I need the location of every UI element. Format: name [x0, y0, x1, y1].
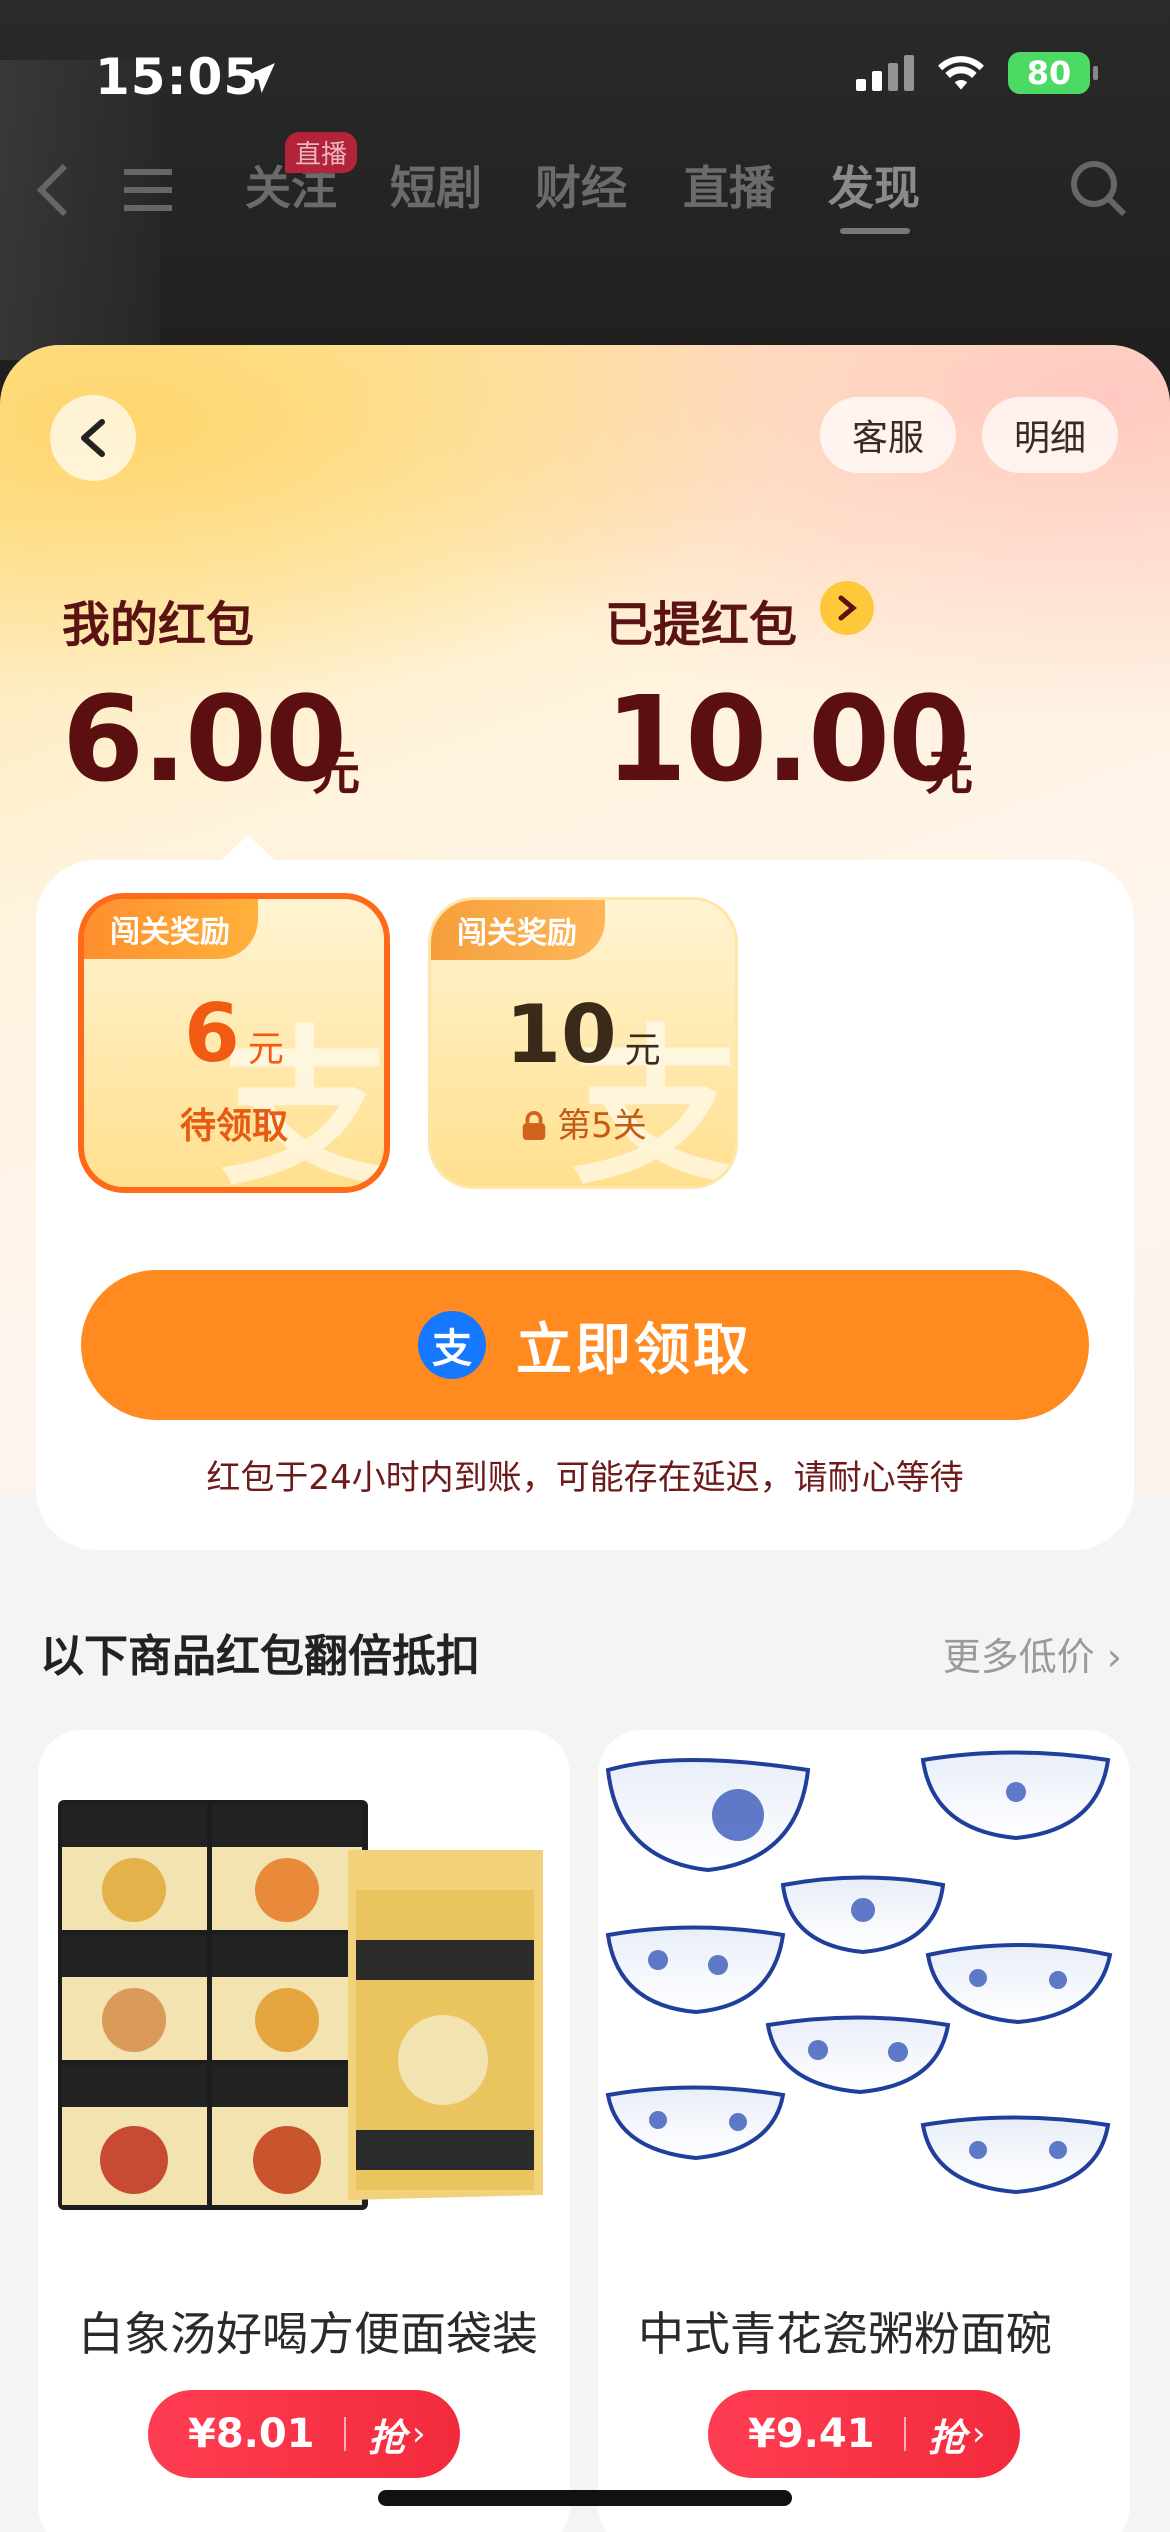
grab-label: 抢	[928, 2415, 967, 2460]
bg-tab-finance: 财经	[535, 161, 627, 215]
bg-menu-icon	[124, 169, 172, 211]
claim-now-label: 立即领取	[516, 1317, 752, 1383]
products-section-title: 以下商品红包翻倍抵扣	[40, 1631, 480, 1682]
status-bar: 15:05 80	[0, 0, 1170, 150]
signal-icon	[856, 55, 914, 91]
card-pointer	[218, 835, 278, 863]
reward-tag: 闯关奖励	[84, 899, 258, 959]
alipay-icon: 支	[418, 1311, 486, 1379]
reward-value: 10	[505, 988, 617, 1081]
withdrawn-label[interactable]: 已提红包	[605, 585, 797, 655]
reward-tag: 闯关奖励	[431, 900, 605, 960]
more-low-price-label: 更多低价	[942, 1635, 1095, 1679]
arrival-notice: 红包于24小时内到账，可能存在延迟，请耐心等待	[206, 1458, 964, 1498]
bg-back-icon	[36, 163, 68, 217]
red-envelope-sheet: 客服 明细 我的红包 6.00 元 已提红包 10.00 元 闯关奖励 支 6元…	[0, 345, 1170, 2532]
reward-status: 待领取	[179, 1106, 288, 1147]
lock-icon	[522, 1110, 546, 1140]
withdrawn-amount: 10.00	[605, 670, 970, 808]
my-redpacket-label: 我的红包	[62, 597, 255, 653]
status-time: 15:05	[95, 48, 260, 106]
claim-now-button[interactable]: 支 立即领取	[81, 1270, 1089, 1420]
wifi-icon	[938, 56, 984, 90]
bg-search-icon	[1071, 161, 1127, 217]
withdrawn-chevron-icon[interactable]	[820, 581, 874, 635]
withdrawn-unit: 元	[925, 745, 974, 801]
live-badge: 直播	[285, 132, 358, 173]
customer-service-button[interactable]: 客服	[820, 397, 957, 473]
reward-tile-level-5[interactable]: 闯关奖励 支 10 元 第5关	[428, 897, 738, 1189]
chevron-left-icon	[81, 419, 105, 457]
my-redpacket-amount: 6.00	[62, 670, 347, 808]
battery-level: 80	[1026, 54, 1072, 92]
more-low-price-link[interactable]: 更多低价 ›	[943, 1626, 1122, 1681]
chevron-right-icon	[838, 595, 857, 621]
location-arrow-icon	[245, 63, 275, 93]
product-price: ¥9.41	[748, 2411, 875, 2457]
reward-status: 第5关	[557, 1106, 647, 1146]
my-redpacket-unit: 元	[312, 745, 361, 801]
chevron-right-icon: ›	[412, 2414, 426, 2454]
reward-unit: 元	[247, 1029, 284, 1070]
back-button[interactable]	[50, 395, 136, 481]
porcelain-bowl-image	[598, 1730, 1130, 2270]
bg-tab-drama: 短剧	[390, 161, 482, 215]
product-name: 白象汤好喝方便面袋装	[78, 2307, 538, 2361]
battery-icon: 80	[1008, 52, 1098, 94]
product-card[interactable]: 白象汤好喝方便面袋装 ¥8.01 抢 ›	[38, 1730, 570, 2532]
product-price: ¥8.01	[188, 2411, 315, 2457]
reward-value: 6	[184, 987, 240, 1080]
buy-button[interactable]: ¥8.01 抢 ›	[148, 2390, 460, 2478]
grab-label: 抢	[368, 2415, 407, 2460]
chevron-right-icon: ›	[972, 2414, 986, 2454]
detail-button[interactable]: 明细	[982, 397, 1119, 473]
noodle-pack-image	[38, 1730, 570, 2270]
bg-tab-discover: 发现	[828, 161, 920, 215]
reward-unit: 元	[624, 1030, 661, 1071]
product-card[interactable]: 中式青花瓷粥粉面碗 ¥9.41 抢 ›	[598, 1730, 1130, 2532]
buy-button[interactable]: ¥9.41 抢 ›	[708, 2390, 1020, 2478]
reward-tile-level-current[interactable]: 闯关奖励 支 6元 待领取	[78, 893, 390, 1193]
chevron-right-icon: ›	[1106, 1635, 1122, 1679]
bg-tab-underline	[840, 228, 910, 234]
product-name: 中式青花瓷粥粉面碗	[638, 2307, 1052, 2361]
bg-tab-live: 直播	[683, 161, 775, 215]
home-indicator	[378, 2490, 792, 2506]
